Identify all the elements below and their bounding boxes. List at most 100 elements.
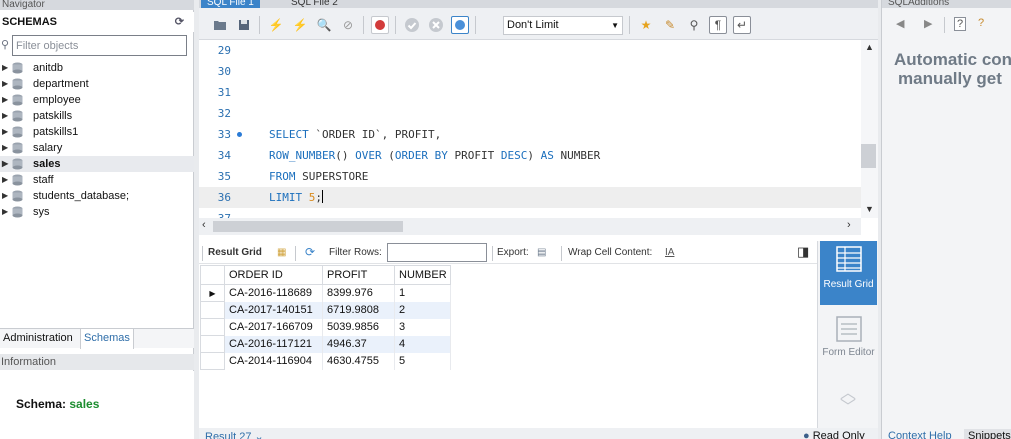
expand-arrow-icon[interactable]: ▶ (2, 60, 8, 76)
execute-current-icon[interactable]: ⚡ (291, 16, 309, 34)
table-row[interactable]: CA-2017-166709 5039.9856 3 (200, 318, 451, 336)
result-tab-label: Result 27 (205, 431, 252, 439)
table-cell[interactable]: 4946.37 (322, 335, 395, 353)
table-cell[interactable]: 5 (394, 352, 451, 370)
scroll-up-icon[interactable]: ▲ (865, 42, 874, 52)
form-editor-view-button[interactable]: Form Editor (820, 311, 877, 375)
result-tab[interactable]: Result 27 ⌄ (205, 430, 264, 439)
scrollbar-thumb[interactable] (213, 221, 403, 232)
back-icon[interactable]: ◀ (896, 17, 904, 30)
schema-label: sys (33, 206, 50, 218)
table-row[interactable]: ▶ CA-2016-118689 8399.976 1 (200, 284, 451, 302)
code-line: 37 (199, 208, 861, 218)
beautify-icon[interactable]: ✎ (661, 16, 679, 34)
column-header-order-id[interactable]: ORDER ID (224, 265, 323, 285)
expand-arrow-icon[interactable]: ▶ (2, 204, 8, 220)
table-cell[interactable]: 3 (394, 318, 451, 336)
word-wrap-icon[interactable]: ↵ (733, 16, 751, 34)
scroll-down-icon[interactable]: ▼ (865, 204, 874, 214)
schema-item-patskills1[interactable]: ▶ patskills1 (0, 124, 194, 140)
scroll-right-icon[interactable]: › (847, 219, 851, 231)
commit-icon[interactable] (403, 16, 421, 34)
tab-administration[interactable]: Administration (0, 329, 76, 349)
table-cell[interactable]: 4630.4755 (322, 352, 395, 370)
expand-arrow-icon[interactable]: ▶ (2, 124, 8, 140)
table-row[interactable]: CA-2016-117121 4946.37 4 (200, 335, 451, 353)
expand-arrow-icon[interactable]: ▶ (2, 92, 8, 108)
forward-icon[interactable]: ▶ (924, 17, 932, 30)
expand-arrow-icon[interactable]: ▶ (2, 156, 8, 172)
table-cell[interactable]: 5039.9856 (322, 318, 395, 336)
export-icon[interactable]: ▤ (537, 247, 546, 258)
column-header-number[interactable]: NUMBER (394, 265, 451, 285)
sql-code-editor[interactable]: 29 30 31 32 33 SELECT `ORDER ID`, PROFIT… (199, 40, 861, 218)
tab-snippets[interactable]: Snippets (964, 429, 1011, 439)
schema-item-staff[interactable]: ▶ staff (0, 172, 194, 188)
expand-arrow-icon[interactable]: ▶ (2, 76, 8, 92)
schema-item-employee[interactable]: ▶ employee (0, 92, 194, 108)
refresh-schemas-icon[interactable]: ⟳ (175, 15, 184, 28)
rollback-icon[interactable] (427, 16, 445, 34)
table-cell[interactable]: CA-2017-140151 (224, 301, 323, 319)
schema-item-department[interactable]: ▶ department (0, 76, 194, 92)
table-cell[interactable]: CA-2016-117121 (224, 335, 323, 353)
stop-icon[interactable]: ⊘ (339, 16, 357, 34)
toggle-panel-icon[interactable]: ◨ (797, 244, 809, 260)
tab-sql-file-1[interactable]: SQL File 1 (201, 0, 260, 8)
open-file-icon[interactable] (211, 16, 229, 34)
expand-arrow-icon[interactable]: ▶ (2, 140, 8, 156)
table-cell[interactable]: 1 (394, 284, 451, 302)
grid-layout-icon[interactable]: ▦ (277, 247, 286, 258)
execute-icon[interactable]: ⚡ (267, 16, 285, 34)
expand-arrow-icon[interactable]: ▶ (2, 188, 8, 204)
table-cell[interactable]: CA-2016-118689 (224, 284, 323, 302)
tab-schemas[interactable]: Schemas (80, 329, 134, 349)
result-grid-view-button[interactable]: Result Grid (820, 241, 877, 305)
schema-item-anitdb[interactable]: ▶ anitdb (0, 60, 194, 76)
table-cell[interactable]: CA-2017-166709 (224, 318, 323, 336)
scroll-left-icon[interactable]: ‹ (202, 219, 206, 231)
limit-rows-select[interactable]: Don't Limit ▼ (503, 16, 623, 35)
explain-icon[interactable]: 🔍 (315, 16, 333, 34)
refresh-icon[interactable]: ⟳ (305, 245, 315, 259)
chevron-down-icon: ▼ (611, 21, 619, 30)
table-cell[interactable]: CA-2014-116904 (224, 352, 323, 370)
filter-rows-input[interactable] (387, 243, 487, 262)
result-tabs-bar: Result 27 ⌄ ● Read Only (199, 428, 878, 439)
expand-arrow-icon[interactable]: ▶ (2, 172, 8, 188)
add-snippet-icon[interactable]: ★ (637, 16, 655, 34)
more-views-chevron-icon[interactable]: ︿ ﹀ (840, 386, 856, 416)
schema-item-salary[interactable]: ▶ salary (0, 140, 194, 156)
table-cell[interactable]: 8399.976 (322, 284, 395, 302)
table-row[interactable]: CA-2017-140151 6719.9808 2 (200, 301, 451, 319)
auto-commit-icon[interactable] (451, 16, 469, 34)
auto-help-icon[interactable]: ? (978, 17, 984, 29)
editor-horizontal-scrollbar[interactable]: ‹ › (199, 218, 861, 235)
tab-sql-file-2[interactable]: SQL File 2 (285, 0, 344, 8)
manual-help-icon[interactable]: ? (954, 17, 967, 31)
table-row[interactable]: CA-2014-116904 4630.4755 5 (200, 352, 451, 370)
schema-tree: ▶ anitdb ▶ department ▶ employee ▶ patsk… (0, 60, 194, 220)
save-icon[interactable] (235, 16, 253, 34)
schema-label: patskills1 (33, 126, 79, 138)
schema-info-label: Schema: (16, 397, 67, 411)
column-header-profit[interactable]: PROFIT (322, 265, 395, 285)
table-cell[interactable]: 2 (394, 301, 451, 319)
invisible-chars-icon[interactable]: ¶ (709, 16, 727, 34)
table-cell[interactable]: 4 (394, 335, 451, 353)
schema-item-sales[interactable]: ▶ sales (0, 156, 194, 172)
tab-context-help[interactable]: Context Help (888, 430, 952, 439)
schema-item-sys[interactable]: ▶ sys (0, 204, 194, 220)
filter-objects-input[interactable] (12, 35, 187, 56)
schema-item-patskills[interactable]: ▶ patskills (0, 108, 194, 124)
help-text-line: manually get (898, 69, 1002, 88)
scrollbar-thumb[interactable] (861, 144, 876, 168)
schema-item-students-database[interactable]: ▶ students_database; (0, 188, 194, 204)
wrap-cell-icon[interactable]: IA (665, 247, 674, 258)
editor-vertical-scrollbar[interactable]: ▲ ▼ (861, 40, 878, 218)
find-icon[interactable]: ⚲ (685, 16, 703, 34)
expand-arrow-icon[interactable]: ▶ (2, 108, 8, 124)
table-cell[interactable]: 6719.9808 (322, 301, 395, 319)
result-grid-label[interactable]: Result Grid (208, 247, 262, 258)
toggle-error-icon[interactable] (371, 16, 389, 34)
